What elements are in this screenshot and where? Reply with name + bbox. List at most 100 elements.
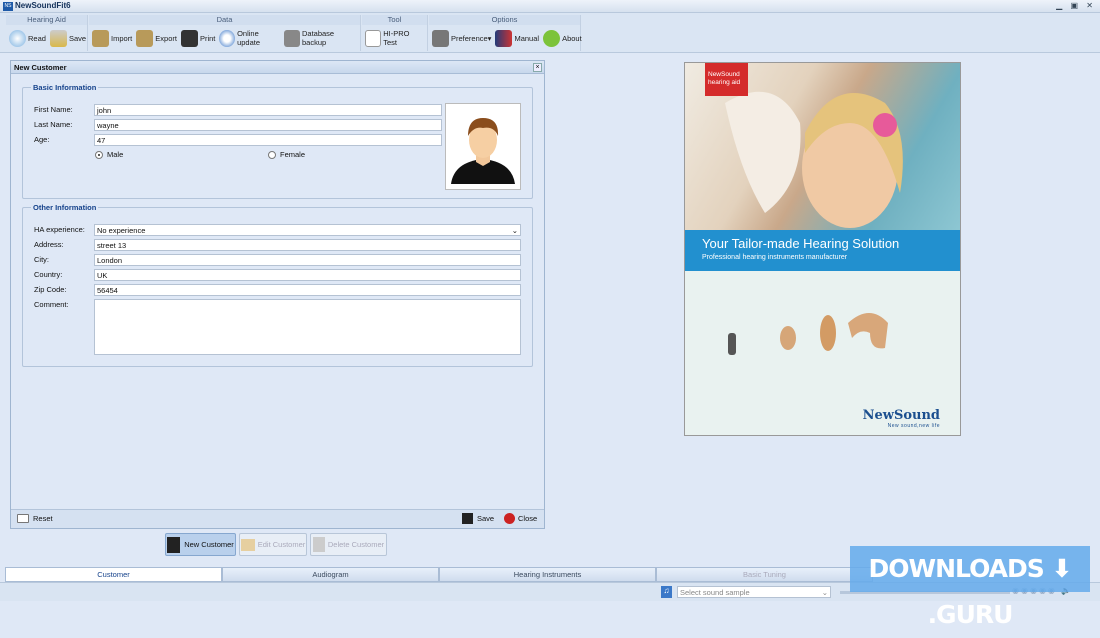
reset-button[interactable]: Reset <box>17 514 53 523</box>
database-backup-button[interactable]: Database backup <box>284 29 356 47</box>
reset-icon <box>17 514 29 523</box>
export-icon <box>136 29 154 47</box>
label: HI-PRO Test <box>383 29 410 47</box>
about-button[interactable]: About <box>543 29 582 47</box>
label: Save <box>68 33 87 43</box>
comment-textarea[interactable] <box>94 299 521 355</box>
save-button[interactable]: Save <box>49 29 87 47</box>
save-customer-button[interactable]: Save <box>462 513 494 524</box>
headline-band: Your Tailor-made Hearing Solution Profes… <box>685 230 960 271</box>
label: Online update <box>237 29 261 47</box>
about-icon <box>543 29 561 47</box>
close-panel-button[interactable]: Close <box>504 513 537 524</box>
sound-sample-select[interactable]: Select sound sample ⌄ <box>677 586 831 598</box>
brand-slogan: New sound,new life <box>887 423 940 429</box>
ad-headline: Your Tailor-made Hearing Solution <box>702 236 900 251</box>
export-button[interactable]: Export <box>136 29 177 47</box>
watermark: DOWNLOADS ⬇ .GURU <box>850 546 1090 629</box>
online-update-button[interactable]: Online update <box>219 29 280 47</box>
group-hearing-aid: Hearing Aid Read Save <box>6 15 88 51</box>
print-button[interactable]: Print <box>180 29 215 47</box>
ad-subtitle: Professional hearing instruments manufac… <box>702 254 848 261</box>
ha-experience-select[interactable]: No experience ⌄ <box>94 224 521 236</box>
delete-customer-button[interactable]: Delete Customer <box>310 533 387 556</box>
reset-label: Reset <box>33 514 53 523</box>
import-button[interactable]: Import <box>92 29 133 47</box>
database-icon <box>284 29 300 47</box>
tab-hearing-instruments[interactable]: Hearing Instruments <box>439 567 656 582</box>
close-label: Close <box>518 514 538 523</box>
label: Edit Customer <box>257 540 306 549</box>
male-label: Male <box>107 150 124 159</box>
brand-badge: NewSound hearing aid <box>705 63 748 96</box>
window-controls[interactable]: ▁ ▣ ✕ <box>1056 1 1096 10</box>
hipro-test-button[interactable]: HI-PRO Test <box>365 29 423 47</box>
printer-icon <box>180 29 198 47</box>
music-note-icon: ♫ <box>661 586 672 598</box>
read-icon <box>9 29 26 47</box>
last-name-label: Last Name: <box>34 120 73 129</box>
title-bar: NS NewSoundFit6 ▁ ▣ ✕ <box>0 0 1100 13</box>
tab-audiogram[interactable]: Audiogram <box>222 567 439 582</box>
close-circle-icon <box>504 513 515 524</box>
country-label: Country: <box>34 270 63 279</box>
app-title: NewSoundFit6 <box>15 1 71 10</box>
age-label: Age: <box>34 135 50 144</box>
brand-name: NewSound <box>862 408 940 423</box>
label: Preference▾ <box>451 33 492 43</box>
avatar-icon <box>451 118 515 184</box>
ha-experience-label: HA experience: <box>34 225 85 234</box>
save-icon <box>49 29 67 47</box>
first-name-input[interactable]: john <box>94 104 442 116</box>
label: Export <box>155 33 177 43</box>
preference-button[interactable]: Preference▾ <box>432 29 492 47</box>
zip-input[interactable]: 56454 <box>94 284 521 296</box>
floppy-icon <box>462 513 473 524</box>
panel-close-icon[interactable]: × <box>533 63 542 72</box>
label: Import <box>111 33 133 43</box>
edit-customer-icon <box>240 538 255 551</box>
manual-button[interactable]: Manual <box>495 29 540 47</box>
basic-legend: Basic Information <box>33 83 97 92</box>
label: Read <box>28 33 46 43</box>
trash-icon <box>312 537 325 552</box>
comment-label: Comment: <box>34 300 69 309</box>
badge-line2: hearing aid <box>708 79 741 86</box>
hearing-aids-image <box>728 313 888 355</box>
city-label: City: <box>34 255 49 264</box>
country-input[interactable]: UK <box>94 269 521 281</box>
group-data: Data Import Export Print Online update D… <box>89 15 361 51</box>
new-customer-button[interactable]: New Customer <box>165 533 236 556</box>
new-customer-icon <box>167 536 181 553</box>
manual-icon <box>495 29 513 47</box>
female-label: Female <box>280 150 306 159</box>
label: New Customer <box>184 540 234 549</box>
female-radio[interactable]: Female <box>268 150 305 159</box>
group-tool: Tool HI-PRO Test <box>362 15 428 51</box>
label: About <box>562 33 582 43</box>
label: Delete Customer <box>327 540 385 549</box>
address-input[interactable]: street 13 <box>94 239 521 251</box>
import-icon <box>92 29 109 47</box>
group-title: Tool <box>362 15 427 25</box>
brand-logo: NewSound New sound,new life <box>863 408 940 429</box>
ha-experience-value: No experience <box>97 226 146 235</box>
label: Manual <box>514 33 540 43</box>
group-options: Options Preference▾ Manual About <box>429 15 582 51</box>
new-customer-panel: New Customer × Basic Information First N… <box>10 60 545 529</box>
tab-basic-tuning[interactable]: Basic Tuning <box>656 567 873 582</box>
toolbar: Hearing Aid Read Save Data Import Export… <box>0 13 1100 53</box>
read-button[interactable]: Read <box>9 29 46 47</box>
edit-customer-button[interactable]: Edit Customer <box>239 533 307 556</box>
customer-photo[interactable] <box>445 103 521 190</box>
male-radio[interactable]: Male <box>95 150 123 159</box>
other-legend: Other Information <box>33 203 97 212</box>
last-name-input[interactable]: wayne <box>94 119 442 131</box>
save-label: Save <box>477 514 495 523</box>
city-input[interactable]: London <box>94 254 521 266</box>
preference-icon <box>432 29 449 47</box>
group-title: Hearing Aid <box>6 15 87 25</box>
age-input[interactable]: 47 <box>94 134 442 146</box>
hipro-icon <box>365 29 382 47</box>
tab-customer[interactable]: Customer <box>5 567 222 582</box>
